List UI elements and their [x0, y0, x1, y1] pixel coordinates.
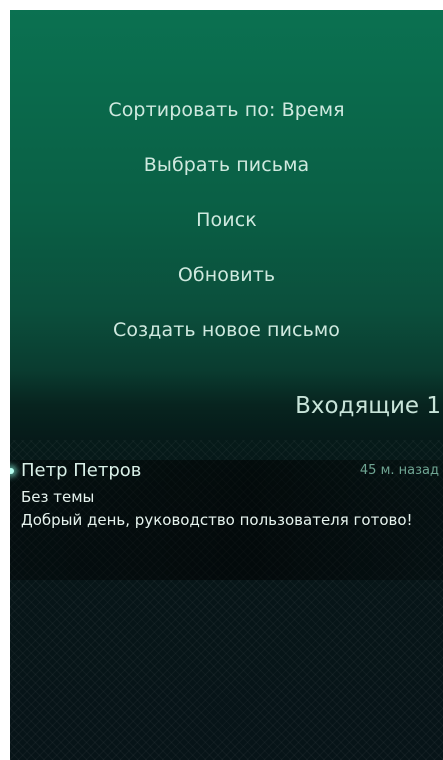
- menu-item-search[interactable]: Поиск: [10, 192, 443, 247]
- menu-item-new-message[interactable]: Создать новое письмо: [10, 302, 443, 357]
- mail-app-screen: Сортировать по: Время Выбрать письма Пои…: [10, 10, 443, 760]
- menu-item-sort-by-time[interactable]: Сортировать по: Время: [10, 82, 443, 137]
- unread-indicator-icon: [10, 468, 14, 474]
- message-sender: Петр Петров: [21, 460, 142, 481]
- message-list-item[interactable]: Петр Петров 45 м. назад Без темы Добрый …: [10, 460, 443, 580]
- message-subject: Без темы: [21, 488, 95, 506]
- pulley-menu: Сортировать по: Время Выбрать письма Пои…: [10, 82, 443, 357]
- menu-item-refresh[interactable]: Обновить: [10, 247, 443, 302]
- menu-item-select-messages[interactable]: Выбрать письма: [10, 137, 443, 192]
- message-time: 45 м. назад: [359, 463, 439, 478]
- message-preview: Добрый день, руководство пользователя го…: [21, 511, 413, 529]
- page-title: Входящие 1: [295, 393, 441, 419]
